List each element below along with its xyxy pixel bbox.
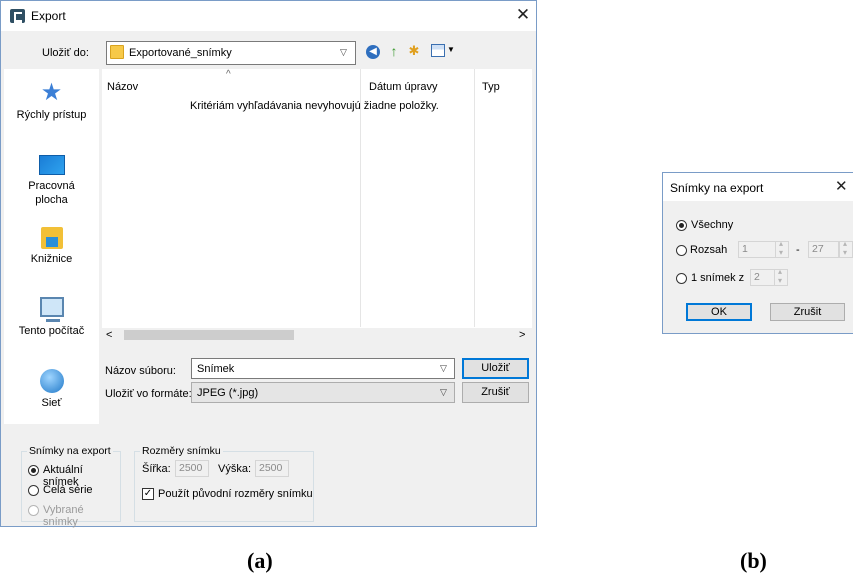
image-size-group: Rozměry snímku Šířka: 2500 Výška: 2500 ✓… [134, 445, 314, 522]
view-menu-chevron-icon[interactable]: ▼ [447, 45, 455, 54]
ok-button[interactable]: OK [686, 303, 752, 321]
save-in-value: Exportované_snímky [129, 47, 232, 59]
save-button[interactable]: Uložiť [462, 358, 529, 379]
up-folder-icon[interactable]: ↑ [387, 43, 401, 59]
radio-current-slide[interactable] [28, 465, 39, 476]
close-icon[interactable]: ✕ [513, 5, 533, 25]
radio-whole-series[interactable] [28, 485, 39, 496]
place-label: Pracovná plocha [28, 180, 75, 206]
place-label: Knižnice [30, 253, 73, 265]
radio-selected-slides[interactable] [28, 505, 39, 516]
width-field[interactable]: 2500 [175, 460, 209, 477]
export-dialog: Export ✕ Uložiť do: Exportované_snímky ▽… [0, 0, 537, 528]
original-size-checkbox[interactable]: ✓ [142, 488, 154, 500]
radio-all[interactable] [676, 220, 687, 231]
column-header-date[interactable]: Dátum úpravy [369, 81, 437, 93]
export-dialog-title: Export [31, 9, 66, 23]
radio-label: Všechny [691, 219, 734, 231]
scrollbar-thumb[interactable] [124, 330, 294, 340]
range-dialog-titlebar: Snímky na export ✕ [663, 173, 853, 201]
chevron-down-icon[interactable]: ▽ [440, 363, 447, 374]
computer-icon [39, 297, 64, 322]
height-field[interactable]: 2500 [255, 460, 289, 477]
app-icon [10, 9, 25, 24]
scroll-left-icon[interactable]: < [106, 328, 112, 342]
radio-label: 1 snímek z [691, 272, 745, 284]
place-network[interactable]: Sieť [4, 369, 99, 409]
caption-a: (a) [247, 548, 273, 573]
checkbox-label: Použít původní rozměry snímku [158, 488, 313, 500]
close-icon[interactable]: ✕ [835, 177, 848, 195]
horizontal-scrollbar[interactable]: < > [102, 328, 532, 342]
column-separator[interactable] [474, 69, 475, 327]
caption-b: (b) [740, 548, 767, 573]
range-to-spinner[interactable] [839, 239, 853, 258]
radio-label: Vybrané snímky [43, 504, 84, 528]
filename-label: Názov súboru: [105, 365, 176, 377]
radio-single[interactable] [676, 273, 687, 284]
export-slides-group: Snímky na export Aktuální snímek Celá sé… [21, 445, 121, 528]
radio-label: Celá série [43, 484, 93, 496]
range-dash: - [796, 244, 800, 256]
format-dropdown[interactable]: JPEG (*.jpg) ▽ [191, 382, 455, 403]
star-icon: ★ [40, 79, 63, 106]
filename-input[interactable]: Snímek ▽ [191, 358, 455, 379]
single-spinner[interactable] [774, 267, 788, 286]
filename-value: Snímek [197, 363, 235, 375]
empty-message: Kritériám vyhľadávania nevyhovujú žiadne… [190, 100, 439, 112]
range-to-field[interactable]: 27 [808, 241, 839, 258]
width-label: Šířka: [142, 463, 171, 475]
export-dialog-titlebar: Export ✕ [1, 1, 536, 31]
save-in-dropdown[interactable]: Exportované_snímky ▽ [106, 41, 356, 65]
folder-icon [110, 45, 124, 59]
group-title: Snímky na export [27, 445, 113, 457]
places-bar: ★ Rýchly prístup Pracovná plocha Knižnic… [4, 69, 99, 424]
column-header-type[interactable]: Typ [482, 81, 500, 93]
file-list[interactable]: ^ Názov Dátum úpravy Typ Kritériám vyhľa… [102, 69, 532, 342]
place-label: Rýchly prístup [16, 109, 87, 121]
format-label: Uložiť vo formáte: [105, 388, 192, 400]
save-in-label: Uložiť do: [42, 47, 89, 59]
cancel-button[interactable]: Zrušiť [462, 382, 529, 403]
place-libraries[interactable]: Knižnice [4, 227, 99, 265]
chevron-down-icon: ▽ [340, 47, 347, 57]
view-menu-icon[interactable] [431, 44, 445, 57]
place-label: Tento počítač [18, 325, 85, 337]
range-from-field[interactable]: 1 [738, 241, 776, 258]
new-folder-icon[interactable]: ✱ [406, 43, 422, 59]
back-icon[interactable]: ◀ [366, 45, 380, 59]
sort-caret-icon: ^ [226, 69, 231, 80]
place-this-pc[interactable]: Tento počítač [4, 297, 99, 337]
place-label: Sieť [41, 397, 62, 409]
range-from-spinner[interactable] [775, 239, 789, 258]
height-label: Výška: [218, 463, 252, 475]
radio-label: Rozsah [690, 244, 728, 256]
cancel-button[interactable]: Zrušit [770, 303, 845, 321]
network-icon [39, 369, 64, 393]
column-header-name[interactable]: Názov [107, 81, 138, 93]
desktop-icon [38, 155, 65, 175]
range-dialog-title: Snímky na export [670, 181, 764, 195]
radio-range[interactable] [676, 245, 687, 256]
library-icon [40, 227, 63, 249]
group-title: Rozměry snímku [140, 445, 223, 457]
chevron-down-icon: ▽ [440, 387, 447, 397]
place-desktop[interactable]: Pracovná plocha [4, 155, 99, 207]
place-quick-access[interactable]: ★ Rýchly prístup [4, 79, 99, 122]
scroll-right-icon[interactable]: > [519, 328, 525, 342]
single-field[interactable]: 2 [750, 269, 775, 286]
format-value: JPEG (*.jpg) [197, 387, 259, 399]
